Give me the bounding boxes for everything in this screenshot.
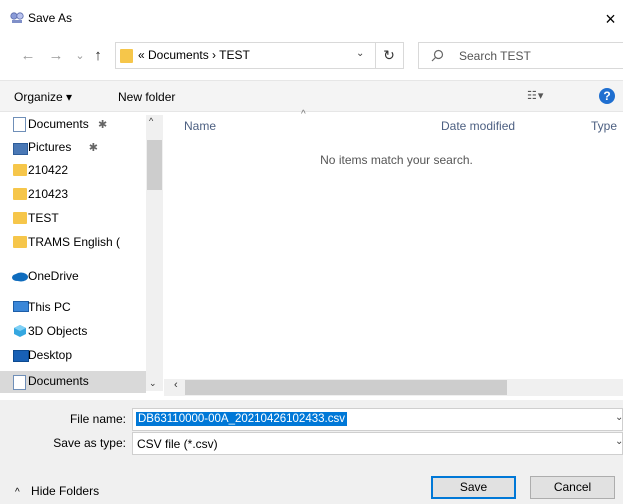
folder-icon (120, 49, 133, 63)
new-folder-button[interactable]: New folder (118, 90, 175, 104)
column-header-date-modified[interactable]: Date modified (441, 112, 515, 140)
sidebar-item-onedrive[interactable]: OneDrive (28, 265, 79, 287)
help-icon[interactable]: ? (599, 88, 615, 104)
chevron-down-icon[interactable]: ⌄ (615, 412, 623, 423)
cancel-button[interactable]: Cancel (530, 476, 615, 499)
view-options-button[interactable]: ☷ ▾ (527, 89, 543, 102)
refresh-button[interactable]: ↻ (375, 42, 404, 69)
sidebar-item-210423[interactable]: 210423 (28, 183, 68, 205)
sidebar-item-desktop[interactable]: Desktop (28, 344, 72, 366)
sidebar-item-label: 210423 (28, 187, 69, 201)
folder-icon (13, 188, 27, 200)
save-as-type-label: Save as type: (53, 436, 126, 450)
hide-folders-button[interactable]: ^ Hide Folders (15, 484, 99, 498)
address-bar[interactable]: « Documents › TEST ⌄ (115, 42, 376, 69)
chevron-up-icon: ^ (15, 487, 20, 498)
sidebar-item-this-pc[interactable]: This PC (28, 296, 71, 318)
search-input[interactable]: Search TEST (418, 42, 623, 69)
close-icon[interactable]: × (598, 6, 623, 32)
sort-arrow-icon: ^ (301, 109, 306, 120)
onedrive-icon (12, 272, 28, 282)
empty-results-message: No items match your search. (320, 153, 473, 167)
pin-icon: ✱ (98, 119, 108, 131)
this-pc-icon (13, 301, 29, 312)
chevron-down-icon[interactable]: ⌄ (356, 48, 364, 59)
chevron-down-icon[interactable]: ⌄ (615, 436, 623, 447)
sidebar-item-documents-quick[interactable]: Documents ✱ (28, 113, 107, 135)
scroll-up-icon[interactable]: ^ (149, 116, 153, 126)
sidebar-item-label: Documents (28, 117, 89, 131)
column-header-name[interactable]: Name (184, 112, 216, 140)
window-title: Save As (28, 11, 73, 25)
documents-icon (13, 117, 26, 132)
sidebar-item-trams-english[interactable]: TRAMS English ( (28, 231, 146, 253)
sidebar-item-label: Desktop (28, 348, 73, 362)
save-button[interactable]: Save (431, 476, 516, 499)
search-icon (431, 49, 444, 62)
folder-icon (13, 212, 27, 224)
back-button[interactable]: ← (18, 44, 38, 68)
forward-button[interactable]: → (46, 44, 66, 68)
sidebar-item-documents-pc[interactable]: Documents (28, 370, 89, 392)
title-bar: Save As × (0, 0, 623, 38)
save-as-app-icon (10, 12, 24, 23)
folder-icon (13, 236, 27, 248)
sidebar-item-label: This PC (28, 300, 71, 314)
sidebar-item-test[interactable]: TEST (28, 207, 59, 229)
sidebar-item-label: 3D Objects (28, 324, 88, 338)
file-name-value: DB63110000-00A_20210426102433.csv (136, 412, 347, 426)
save-as-type-value: CSV file (*.csv) (137, 437, 218, 451)
content-scrollbar-thumb[interactable] (185, 380, 507, 395)
search-placeholder: Search TEST (459, 49, 531, 63)
sidebar-item-3d-objects[interactable]: 3D Objects (28, 320, 87, 342)
command-bar: Organize ▾ New folder ☷ ▾ ? (0, 80, 623, 112)
sidebar-item-label: Pictures (28, 140, 72, 154)
hide-folders-label: Hide Folders (31, 484, 100, 498)
documents-icon (13, 375, 26, 390)
3d-objects-icon (14, 325, 26, 337)
organize-button[interactable]: Organize ▾ (14, 90, 72, 104)
file-name-field[interactable]: DB63110000-00A_20210426102433.csv ⌄ (132, 408, 623, 431)
breadcrumb: « Documents › TEST (138, 48, 250, 62)
sidebar-item-label: TRAMS English ( (28, 235, 121, 249)
file-name-label: File name: (69, 412, 126, 426)
save-as-type-select[interactable]: CSV file (*.csv) ⌄ (132, 432, 623, 455)
sidebar-item-label: TEST (28, 211, 59, 225)
scroll-down-icon[interactable]: ⌄ (149, 378, 157, 389)
scroll-left-icon[interactable]: ‹ (174, 379, 178, 391)
recent-locations-chevron-down-icon[interactable]: ⌄ (70, 44, 90, 68)
sidebar-item-label: Documents (28, 374, 89, 388)
desktop-icon (13, 350, 29, 362)
sidebar-item-label: OneDrive (28, 269, 79, 283)
column-header-type[interactable]: Type (591, 112, 617, 140)
up-folder-button[interactable]: ↑ (88, 44, 108, 68)
